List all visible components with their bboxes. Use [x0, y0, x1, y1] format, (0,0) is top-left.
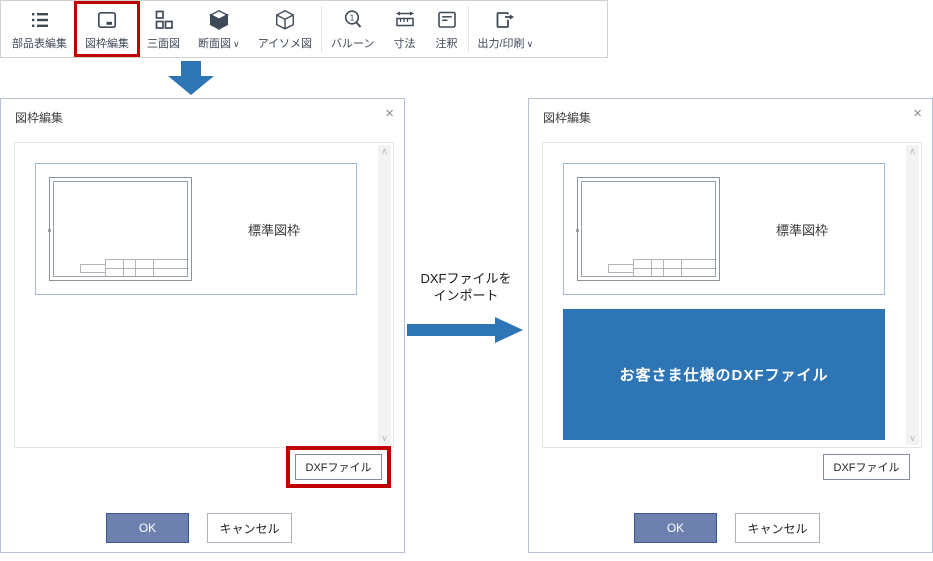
- toolbar-item-bom-edit[interactable]: 部品表編集: [3, 1, 76, 57]
- ribbon-toolbar: 部品表編集 図枠編集 三面図 断面図 ∨ アイソメ図 1 バルーン 寸法 注釈 …: [0, 0, 608, 58]
- frame-icon: [95, 8, 119, 35]
- close-icon[interactable]: ×: [385, 106, 394, 122]
- cancel-button[interactable]: キャンセル: [735, 513, 820, 543]
- section-cube-icon: [207, 8, 231, 35]
- frame-list-panel: 標準図枠 ∧ ∨: [14, 142, 394, 448]
- frame-item-label: 標準図枠: [247, 222, 300, 238]
- toolbar-item-annotation[interactable]: 注釈: [426, 1, 468, 57]
- frame-list-item-custom-dxf[interactable]: お客さま仕様のDXFファイル: [563, 309, 885, 440]
- vertical-scrollbar[interactable]: ∧ ∨: [906, 145, 919, 445]
- toolbar-item-label: アイソメ図: [257, 38, 313, 50]
- dxf-file-button[interactable]: DXFファイル: [295, 454, 382, 480]
- toolbar-item-dimension[interactable]: 寸法: [384, 1, 426, 57]
- toolbar-item-three-view[interactable]: 三面図: [138, 1, 189, 57]
- annotation-icon: [435, 8, 459, 35]
- toolbar-item-balloon[interactable]: 1 バルーン: [322, 1, 383, 57]
- frame-list-item-standard[interactable]: 標準図枠: [563, 163, 885, 295]
- export-icon: [493, 8, 517, 35]
- ok-button[interactable]: OK: [634, 513, 717, 543]
- frame-edit-dialog-before: 図枠編集 × 標準図枠 ∧ ∨ DXFファイル OK キャンセル: [0, 98, 405, 553]
- drawing-frame-inner-border: [581, 181, 716, 277]
- scroll-down-icon[interactable]: ∨: [381, 434, 388, 443]
- vertical-scrollbar[interactable]: ∧ ∨: [378, 145, 391, 445]
- toolbar-item-label: 三面図: [147, 38, 180, 50]
- toolbar-item-label: 図枠編集: [85, 38, 129, 50]
- custom-dxf-banner-label: お客さま仕様のDXFファイル: [619, 367, 829, 384]
- dimension-icon: [393, 8, 417, 35]
- toolbar-item-label: 寸法: [393, 38, 416, 50]
- close-icon[interactable]: ×: [913, 106, 922, 122]
- title-block-graphic: [79, 259, 187, 276]
- iso-cube-icon: [273, 8, 297, 35]
- balloon-icon: 1: [341, 8, 365, 35]
- frame-edit-dialog-after: 図枠編集 × 標準図枠 お客さま仕様のDXFファイル ∧ ∨ DXFファイル O…: [528, 98, 933, 553]
- title-block-graphic: [607, 259, 715, 276]
- toolbar-item-output-print[interactable]: 出力/印刷 ∨: [469, 1, 543, 57]
- chevron-down-icon[interactable]: ∨: [233, 38, 240, 50]
- drawing-frame-inner-border: [53, 181, 188, 277]
- chevron-down-icon[interactable]: ∨: [527, 38, 534, 50]
- import-caption: DXFファイルを インポート: [403, 270, 529, 304]
- flow-right-arrow-icon: [407, 317, 523, 348]
- frame-list-item-standard[interactable]: 標準図枠: [35, 163, 357, 295]
- import-caption-line2: インポート: [433, 288, 499, 303]
- drawing-frame-thumbnail: [48, 177, 192, 281]
- list-icon: [28, 8, 52, 35]
- flow-down-arrow-icon: [168, 61, 214, 100]
- toolbar-item-label: 出力/印刷: [477, 38, 525, 50]
- toolbar-item-isometric-view[interactable]: アイソメ図: [249, 1, 321, 57]
- dialog-title: 図枠編集: [543, 111, 592, 125]
- toolbar-item-section-view[interactable]: 断面図 ∨: [189, 1, 249, 57]
- drawing-frame-thumbnail: [576, 177, 720, 281]
- toolbar-item-frame-edit[interactable]: 図枠編集: [74, 1, 140, 57]
- dialog-title: 図枠編集: [15, 111, 64, 125]
- scroll-up-icon[interactable]: ∧: [381, 147, 388, 156]
- scroll-up-icon[interactable]: ∧: [909, 147, 916, 156]
- frame-item-label: 標準図枠: [775, 222, 828, 238]
- frame-list-panel: 標準図枠 お客さま仕様のDXFファイル ∧ ∨: [542, 142, 922, 448]
- cancel-button[interactable]: キャンセル: [207, 513, 292, 543]
- scroll-down-icon[interactable]: ∨: [909, 434, 916, 443]
- ok-button[interactable]: OK: [106, 513, 189, 543]
- toolbar-item-label: 部品表編集: [12, 38, 67, 50]
- screenshot-canvas: 部品表編集 図枠編集 三面図 断面図 ∨ アイソメ図 1 バルーン 寸法 注釈 …: [0, 0, 933, 561]
- svg-text:1: 1: [349, 12, 354, 22]
- dxf-file-button[interactable]: DXFファイル: [823, 454, 910, 480]
- thumbnail-handle-dot: [48, 229, 51, 232]
- toolbar-item-label: 断面図: [198, 38, 231, 50]
- toolbar-item-label: 注釈: [435, 38, 458, 50]
- three-view-icon: [152, 8, 176, 35]
- thumbnail-handle-dot: [576, 229, 579, 232]
- toolbar-item-label: バルーン: [331, 38, 375, 50]
- import-caption-line1: DXFファイルを: [420, 271, 512, 286]
